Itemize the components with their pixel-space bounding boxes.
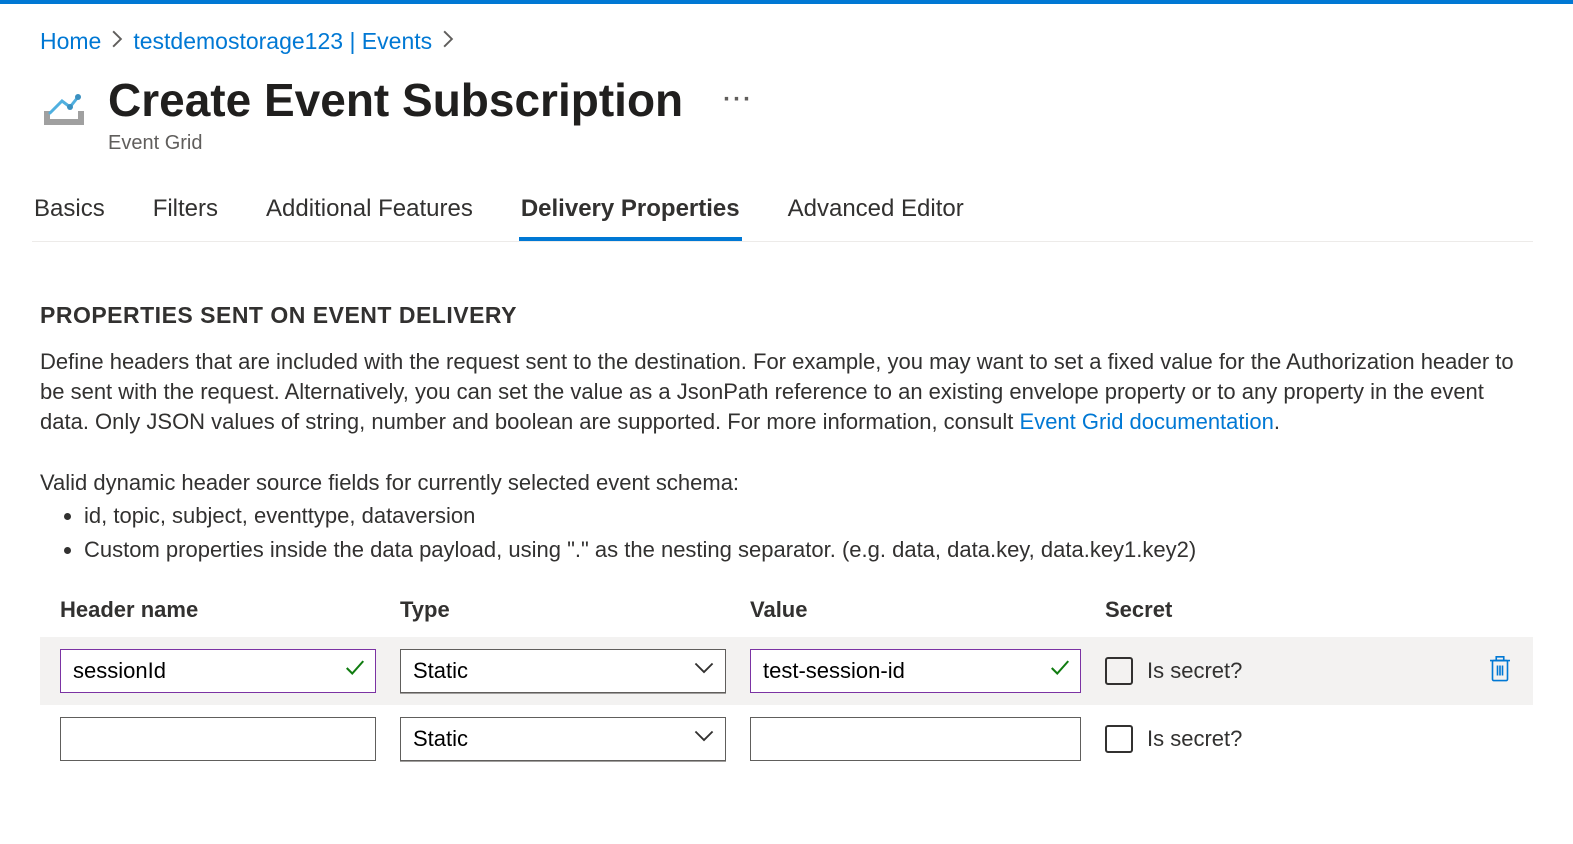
- breadcrumb-parent[interactable]: testdemostorage123 | Events: [133, 28, 432, 55]
- header-name-input[interactable]: [60, 649, 376, 693]
- breadcrumb-home[interactable]: Home: [40, 28, 101, 55]
- checkmark-icon: [1049, 657, 1071, 684]
- header-type-select[interactable]: Static: [400, 649, 726, 693]
- tab-advanced-editor[interactable]: Advanced Editor: [786, 185, 966, 241]
- valid-fields-info: Valid dynamic header source fields for c…: [40, 466, 1533, 567]
- delete-row-button[interactable]: [1487, 653, 1513, 688]
- docs-link[interactable]: Event Grid documentation: [1020, 409, 1274, 434]
- chevron-right-icon: [442, 30, 454, 54]
- is-secret-checkbox[interactable]: [1105, 657, 1133, 685]
- column-header-value: Value: [750, 597, 1105, 623]
- tab-delivery-properties[interactable]: Delivery Properties: [519, 185, 742, 241]
- table-header-row: Header name Type Value Secret: [40, 587, 1533, 637]
- header-type-select[interactable]: Static: [400, 717, 726, 761]
- tab-basics[interactable]: Basics: [32, 185, 107, 241]
- is-secret-label: Is secret?: [1147, 726, 1242, 752]
- valid-field-item: Custom properties inside the data payloa…: [84, 533, 1533, 567]
- chevron-right-icon: [111, 30, 123, 54]
- header-name-input[interactable]: [60, 717, 376, 761]
- is-secret-label: Is secret?: [1147, 658, 1242, 684]
- page-subtitle: Event Grid: [108, 132, 753, 155]
- tab-filters[interactable]: Filters: [151, 185, 220, 241]
- section-description: Define headers that are included with th…: [40, 347, 1533, 438]
- is-secret-checkbox[interactable]: [1105, 725, 1133, 753]
- page-title: Create Event Subscription ···: [108, 75, 753, 126]
- header-value-input[interactable]: [750, 649, 1081, 693]
- page-header: Create Event Subscription ··· Event Grid: [40, 75, 1533, 185]
- trash-icon: [1487, 653, 1513, 688]
- table-row: Static Is secret?: [40, 705, 1533, 773]
- column-header-secret: Secret: [1105, 597, 1513, 623]
- section-title: PROPERTIES SENT ON EVENT DELIVERY: [40, 302, 1533, 329]
- tab-bar: Basics Filters Additional Features Deliv…: [32, 185, 1533, 242]
- more-actions-button[interactable]: ···: [723, 87, 753, 113]
- tab-additional-features[interactable]: Additional Features: [264, 185, 475, 241]
- event-grid-icon: [40, 83, 88, 131]
- headers-table: Header name Type Value Secret: [40, 587, 1533, 773]
- checkmark-icon: [344, 657, 366, 684]
- table-row: Static: [40, 637, 1533, 705]
- column-header-name: Header name: [60, 597, 400, 623]
- valid-field-item: id, topic, subject, eventtype, dataversi…: [84, 499, 1533, 533]
- column-header-type: Type: [400, 597, 750, 623]
- header-value-input[interactable]: [750, 717, 1081, 761]
- breadcrumb: Home testdemostorage123 | Events: [40, 4, 1533, 75]
